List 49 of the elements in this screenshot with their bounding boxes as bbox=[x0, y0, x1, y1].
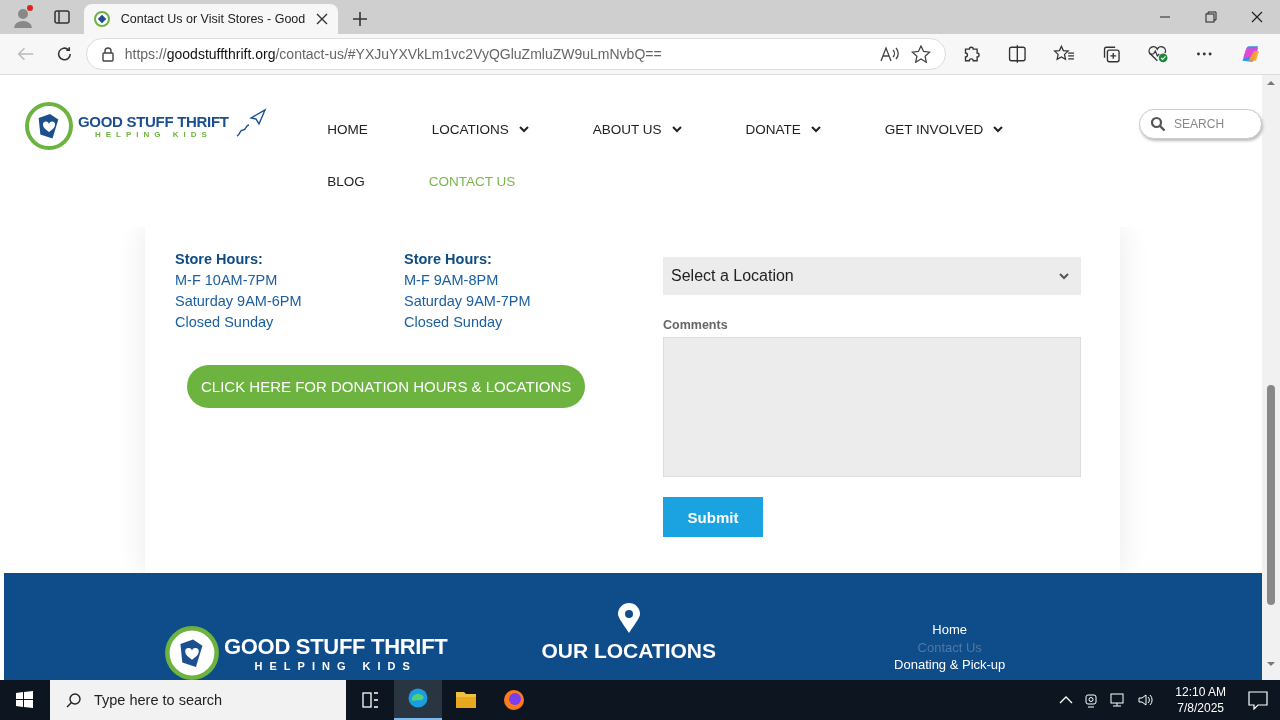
hours-line: Closed Sunday bbox=[175, 313, 275, 332]
logo-title[interactable]: GOOD STUFF THRIFT bbox=[224, 634, 448, 660]
footer-link[interactable]: Home bbox=[932, 621, 968, 639]
footer-link[interactable]: Donating & Pick-up bbox=[894, 656, 1006, 674]
nav-link[interactable]: LOCATIONS bbox=[431, 103, 529, 155]
logo-title[interactable]: GOOD STUFF THRIFT bbox=[78, 113, 229, 130]
nav-link[interactable]: BLOG bbox=[327, 155, 365, 207]
close-icon[interactable] bbox=[316, 13, 328, 25]
chevron-down-icon bbox=[993, 125, 1004, 133]
address-bar[interactable]: https://goodstuffthrift.org/contact-us/#YXJuYXVkLm1vc2VyQGluZmluZW9uLmNvbQ== bbox=[85, 38, 946, 70]
map-pin-icon bbox=[616, 603, 641, 633]
browser-tab[interactable]: Contact Us or Visit Stores - Good bbox=[84, 4, 338, 34]
taskbar-search-field[interactable]: Type here to search bbox=[50, 680, 346, 720]
hours-line: M-F 10AM-7PM bbox=[175, 271, 279, 290]
hours-line: M-F 9AM-8PM bbox=[404, 271, 500, 290]
nav-link[interactable]: GET INVOLVED bbox=[884, 103, 1004, 155]
webcam-icon[interactable] bbox=[1083, 692, 1100, 708]
location-select[interactable]: Select a Location bbox=[663, 257, 1081, 295]
chevron-up-icon[interactable] bbox=[1059, 695, 1074, 705]
nav-link[interactable]: HOME bbox=[327, 103, 368, 155]
logo-tagline: HELPING KIDS bbox=[254, 660, 417, 672]
hours-line: Saturday 9AM-7PM bbox=[404, 292, 532, 311]
locations-heading: OUR LOCATIONS bbox=[541, 639, 717, 663]
search-icon bbox=[1150, 116, 1167, 132]
edge-browser-icon[interactable] bbox=[394, 680, 442, 720]
nav-link[interactable]: DONATE bbox=[745, 103, 821, 155]
clock-date[interactable]: 7/8/2025 bbox=[1177, 700, 1224, 716]
comments-field[interactable] bbox=[663, 337, 1081, 477]
chevron-down-icon bbox=[810, 125, 821, 133]
search-icon bbox=[66, 692, 82, 708]
chevron-down-icon bbox=[671, 125, 682, 133]
comments-label: Comments bbox=[663, 318, 729, 332]
notifications-icon[interactable] bbox=[1246, 690, 1270, 710]
hours-line: Closed Sunday bbox=[404, 313, 504, 332]
hours-title: Store Hours: bbox=[404, 250, 493, 269]
clock-time[interactable]: 12:10 AM bbox=[1175, 684, 1226, 700]
site-favicon-icon bbox=[94, 11, 110, 27]
logo-tagline: HELPING KIDS bbox=[94, 130, 212, 139]
lock-icon bbox=[100, 46, 115, 62]
chevron-down-icon bbox=[1059, 272, 1069, 280]
favorite-star-icon[interactable] bbox=[910, 45, 931, 63]
hours-title: Store Hours: bbox=[175, 250, 264, 269]
url-text: https://goodstuffthrift.org/contact-us/#YXJuYXVkLm1vc2VyQGluZmluZW9uLmNvbQ== bbox=[124, 46, 663, 62]
read-aloud-icon[interactable] bbox=[878, 45, 901, 63]
chevron-down-icon bbox=[518, 125, 529, 133]
nav-link[interactable]: ABOUT US bbox=[592, 103, 682, 155]
volume-icon[interactable] bbox=[1137, 692, 1156, 708]
search-field[interactable]: SEARCH bbox=[1139, 109, 1262, 139]
hours-line: Saturday 9AM-6PM bbox=[175, 292, 303, 311]
